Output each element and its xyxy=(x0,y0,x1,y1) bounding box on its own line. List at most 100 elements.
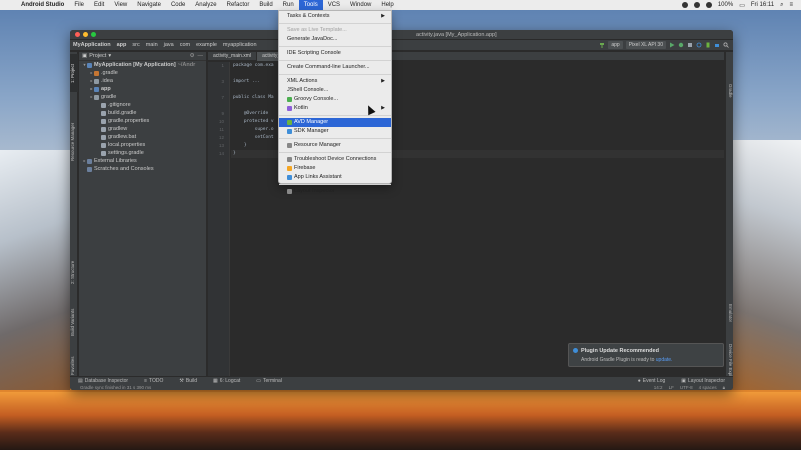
wifi-icon[interactable] xyxy=(705,2,712,8)
tree-item[interactable]: build.gradle xyxy=(79,109,206,117)
menu-item-resource-manager[interactable]: Resource Manager xyxy=(279,141,391,150)
update-link[interactable]: update. xyxy=(656,357,673,363)
menu-item-label: Groovy Console... xyxy=(294,96,339,102)
window-controls xyxy=(75,32,96,37)
file-icon xyxy=(101,102,106,108)
menu-item-troubleshoot-device-connections[interactable]: Troubleshoot Device Connections xyxy=(279,155,391,164)
tree-item[interactable]: ▾ MyApplication [My Application] ~/Andr xyxy=(79,61,206,69)
menu-item-create-command-line-launcher[interactable]: Create Command-line Launcher... xyxy=(279,63,391,72)
menu-item-app-links-assistant[interactable]: App Links Assistant xyxy=(279,173,391,182)
tree-item[interactable]: gradlew xyxy=(79,125,206,133)
menubar-edit[interactable]: Edit xyxy=(89,0,109,10)
menu-item-avd-manager[interactable]: AVD Manager xyxy=(279,118,391,127)
menu-item-ide-scripting-console[interactable]: IDE Scripting Console xyxy=(279,49,391,58)
breadcrumb-java[interactable]: java xyxy=(161,42,177,48)
menubar-file[interactable]: File xyxy=(69,0,89,10)
tree-item-label: gradlew xyxy=(108,126,128,132)
lock-icon[interactable]: 🔒︎ xyxy=(723,385,725,390)
tab-emulator[interactable]: Emulator xyxy=(725,296,733,330)
hide-panel-icon[interactable]: — xyxy=(198,53,204,59)
menu-item-sdk-manager[interactable]: SDK Manager xyxy=(279,127,391,136)
bluetooth-icon[interactable] xyxy=(693,2,700,8)
breadcrumb-project[interactable]: MyApplication xyxy=(70,42,114,48)
menu-separator xyxy=(279,46,391,47)
minimize-window-button[interactable] xyxy=(83,32,88,37)
sync-icon[interactable] xyxy=(696,42,702,48)
menubar-navigate[interactable]: Navigate xyxy=(132,0,166,10)
tab-activity-main-xml[interactable]: activity_main.xml xyxy=(208,51,258,61)
menu-item-xml-actions[interactable]: XML Actions ▶ xyxy=(279,77,391,86)
tree-item[interactable]: ▸ .gradle xyxy=(79,69,206,77)
tree-item[interactable]: gradlew.bat xyxy=(79,133,206,141)
menubar-build[interactable]: Build xyxy=(254,0,277,10)
menubar-tools[interactable]: Tools xyxy=(298,0,323,10)
menu-item-label: Save as Live Template... xyxy=(287,27,347,33)
line-number: 12 xyxy=(218,135,224,140)
module-selector[interactable]: app xyxy=(608,41,623,49)
caret-position[interactable]: 14:2 xyxy=(654,385,663,390)
breadcrumb-com[interactable]: com xyxy=(177,42,193,48)
folder-icon xyxy=(87,158,92,164)
line-separator[interactable]: LF xyxy=(669,385,674,390)
menubar-vcs[interactable]: VCS xyxy=(323,0,345,10)
status-icon[interactable] xyxy=(681,2,688,8)
battery-percent[interactable]: 100% xyxy=(718,2,733,8)
menu-item-groovy-console[interactable]: Groovy Console... xyxy=(279,95,391,104)
tree-item[interactable]: ▸ app xyxy=(79,85,206,93)
avd-manager-icon[interactable] xyxy=(705,42,711,48)
tree-item[interactable]: .gitignore xyxy=(79,101,206,109)
search-everywhere-icon[interactable] xyxy=(723,42,729,48)
tab-structure[interactable]: 2: Structure xyxy=(70,252,78,292)
tab-gradle[interactable]: Gradle xyxy=(725,78,733,104)
menubar-refactor[interactable]: Refactor xyxy=(222,0,255,10)
menubar-app-name[interactable]: Android Studio xyxy=(16,0,69,10)
tree-item[interactable]: local.properties xyxy=(79,141,206,149)
menu-item-tasks-contexts[interactable]: Tasks & Contexts ▶ xyxy=(279,12,391,21)
close-window-button[interactable] xyxy=(75,32,80,37)
hammer-icon[interactable] xyxy=(599,42,605,48)
breadcrumb-app[interactable]: app xyxy=(114,42,130,48)
indent-setting[interactable]: 4 spaces xyxy=(699,385,717,390)
avd-manager-icon xyxy=(287,120,292,125)
tab-project[interactable]: 1: Project xyxy=(70,54,78,92)
profile-icon[interactable] xyxy=(687,42,693,48)
menubar-view[interactable]: View xyxy=(109,0,132,10)
device-selector[interactable]: Pixel XL API 30 xyxy=(625,41,666,49)
tab-build-variants[interactable]: Build Variants xyxy=(70,300,78,344)
breadcrumb-src[interactable]: src xyxy=(129,42,142,48)
search-icon[interactable]: ⌕ xyxy=(780,2,783,9)
tree-item[interactable]: gradle.properties xyxy=(79,117,206,125)
menubar-help[interactable]: Help xyxy=(376,0,398,10)
run-icon[interactable] xyxy=(669,42,675,48)
zoom-window-button[interactable] xyxy=(91,32,96,37)
status-message[interactable]: Gradle sync finished in 31 s 390 ms xyxy=(80,385,151,390)
menubar-window[interactable]: Window xyxy=(345,0,376,10)
menubar-analyze[interactable]: Analyze xyxy=(190,0,221,10)
chevron-down-icon[interactable]: ▾ xyxy=(108,53,111,59)
breadcrumb-example[interactable]: example xyxy=(193,42,220,48)
gear-icon[interactable]: ⚙ xyxy=(190,53,195,59)
breadcrumb-myapplication[interactable]: myapplication xyxy=(220,42,260,48)
menubar-code[interactable]: Code xyxy=(166,0,190,10)
menu-item-generate-javadoc[interactable]: Generate JavaDoc... xyxy=(279,35,391,44)
breadcrumb-main[interactable]: main xyxy=(143,42,161,48)
tab-resource-manager[interactable]: Resource Manager xyxy=(70,112,78,172)
sdk-manager-icon[interactable] xyxy=(714,42,720,48)
menu-item-firebase[interactable]: Firebase xyxy=(279,164,391,173)
tree-item[interactable]: ▸ .idea xyxy=(79,77,206,85)
menu-list-icon[interactable]: ≡ xyxy=(789,2,793,8)
battery-icon[interactable]: ▭ xyxy=(739,2,745,9)
menubar-run[interactable]: Run xyxy=(278,0,299,10)
tree-item-label: settings.gradle xyxy=(108,150,144,156)
troubleshoot-device-connections-icon xyxy=(287,157,292,162)
tree-item[interactable]: settings.gradle xyxy=(79,149,206,157)
file-encoding[interactable]: UTF-8 xyxy=(680,385,693,390)
project-view-selector[interactable]: Project xyxy=(89,53,106,59)
tree-item[interactable]: ▸ External Libraries xyxy=(79,157,206,165)
menu-item-layout-inspector[interactable]: Layout Inspector xyxy=(279,187,391,196)
tree-item[interactable]: ▸ gradle xyxy=(79,93,206,101)
menu-item-jshell-console[interactable]: JShell Console... xyxy=(279,86,391,95)
tree-item[interactable]: Scratches and Consoles xyxy=(79,165,206,173)
menubar-clock[interactable]: Fri 16:11 xyxy=(751,2,774,8)
debug-icon[interactable] xyxy=(678,42,684,48)
